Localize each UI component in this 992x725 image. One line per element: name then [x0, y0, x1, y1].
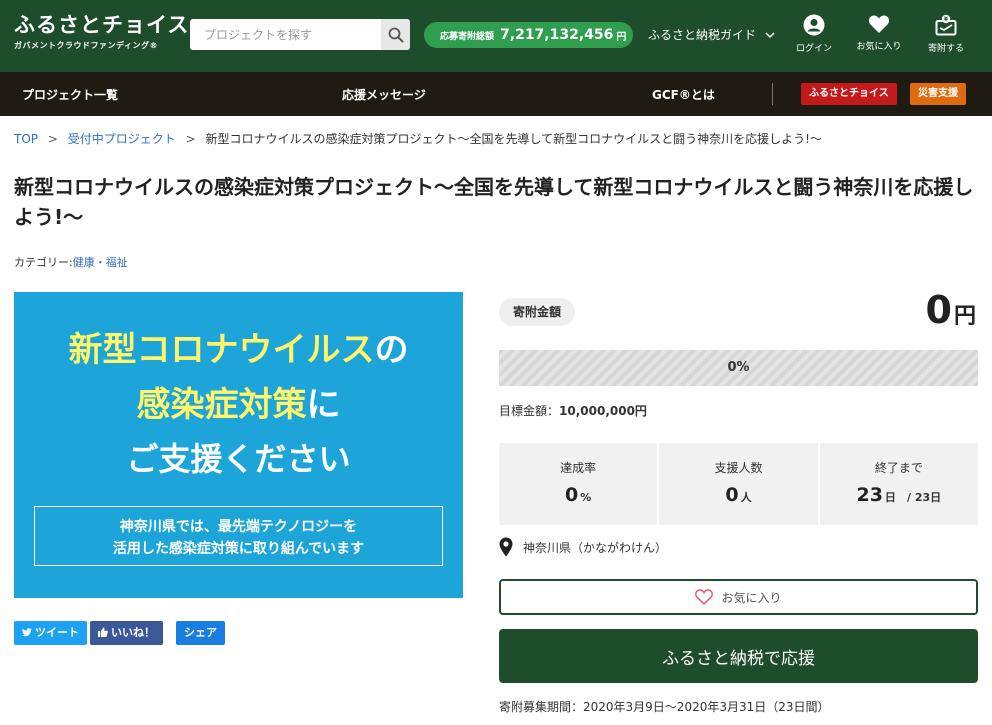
heart-outline-icon: [695, 589, 714, 605]
hero-caption-line-1: 神奈川県では、最先端テクノロジーを: [119, 519, 358, 535]
main-nav: プロジェクト一覧 応援メッセージ GCF®とは ふるさとチョイス 災害支援: [0, 72, 992, 116]
category-label: カテゴリー:: [14, 256, 73, 269]
stat-value: 0%: [499, 484, 657, 506]
stat-total-days: / 23日: [907, 491, 942, 504]
furusato-guide-menu[interactable]: ふるさと納税ガイド: [648, 26, 775, 43]
donation-stats: 達成率 0% 支援人数 0人 終了まで 23 日 / 23日: [499, 443, 978, 525]
site-header: ふるさとチョイス ガバメントクラウドファンディング® 応募寄附総額 7,217,…: [0, 0, 992, 72]
stat-unit: 人: [740, 491, 752, 504]
stat-number: 0: [725, 484, 739, 506]
hero-line-3: ご支援ください: [126, 440, 351, 478]
breadcrumb-separator: >: [185, 132, 196, 146]
stat-number: 0: [565, 484, 579, 506]
donate-label: 寄附する: [927, 44, 964, 54]
hero-line-2-suffix: に: [306, 385, 341, 425]
donation-period: 寄附募集期間：2020年3月9日〜2020年3月31日（23日間）: [499, 700, 830, 714]
project-hero-image: 新型コロナウイルスの 感染症対策に ご支援ください 神奈川県では、最先端テクノロ…: [14, 292, 463, 598]
thumbs-up-icon: [98, 627, 108, 637]
favorites-link[interactable]: お気に入り: [851, 14, 907, 52]
map-pin-icon: [499, 537, 513, 557]
nav-projects[interactable]: プロジェクト一覧: [22, 86, 118, 103]
stat-number: 23: [856, 484, 883, 506]
heart-icon: [868, 15, 890, 33]
like-button[interactable]: いいね！: [90, 621, 163, 645]
logo-subtitle: ガバメントクラウドファンディング®: [14, 41, 158, 50]
tweet-label: ツイート: [35, 626, 79, 639]
stat-label: 支援人数: [714, 461, 763, 475]
breadcrumb-top[interactable]: TOP: [14, 132, 38, 146]
hero-caption-box: 神奈川県では、最先端テクノロジーを 活用した感染症対策に取り組んでいます: [34, 506, 443, 566]
project-location: 神奈川県（かながわけん）: [499, 537, 667, 557]
hero-caption-line-2: 活用した感染症対策に取り組んでいます: [112, 541, 365, 557]
target-amount-label: 目標金額：: [499, 404, 560, 418]
search-button[interactable]: [381, 19, 410, 50]
hero-line-2-highlight: 感染症対策: [136, 385, 307, 425]
favorites-label: お気に入り: [856, 42, 902, 52]
nav-messages[interactable]: 応援メッセージ: [342, 86, 426, 103]
chevron-down-icon: [765, 31, 775, 42]
hero-line-1: 新型コロナウイルスの: [14, 322, 463, 371]
breadcrumb-accepting[interactable]: 受付中プロジェクト: [68, 132, 176, 146]
search-box: [190, 19, 410, 50]
hero-line-1-suffix: の: [374, 330, 409, 370]
nav-gcf[interactable]: GCF®とは: [652, 86, 715, 103]
donation-amount-label: 寄附金額: [499, 298, 576, 326]
guide-label: ふるさと納税ガイド: [648, 28, 757, 42]
page-title: 新型コロナウイルスの感染症対策プロジェクト〜全国を先導して新型コロナウイルスと闘…: [14, 175, 974, 229]
hero-line-2: 感染症対策に: [14, 377, 463, 426]
total-donations-unit: 円: [616, 31, 627, 43]
add-favorite-button[interactable]: お気に入り: [499, 579, 978, 615]
donation-box-icon: ¥: [935, 14, 957, 36]
total-donations-label: 応募寄附総額: [440, 31, 495, 42]
stat-achievement-rate: 達成率 0%: [499, 443, 658, 525]
search-icon: [388, 27, 403, 42]
donation-amount: 0円: [926, 288, 976, 332]
logo-text: ふるさとチョイス: [14, 12, 190, 37]
progress-text: 0%: [727, 360, 750, 375]
target-amount-value: 10,000,000円: [559, 404, 647, 418]
category-link[interactable]: 健康・福祉: [73, 256, 128, 269]
donation-progress-bar: 0%: [499, 350, 978, 386]
stat-value: 0人: [659, 484, 817, 506]
target-amount: 目標金額：10,000,000円: [499, 402, 647, 419]
stat-remaining-days: 終了まで 23 日 / 23日: [819, 443, 978, 525]
twitter-icon: [22, 628, 32, 637]
site-logo[interactable]: ふるさとチョイス ガバメントクラウドファンディング®: [14, 13, 189, 51]
nav-furusato-choice[interactable]: ふるさとチョイス: [801, 83, 897, 105]
like-label: いいね！: [111, 626, 155, 639]
total-donations-value: 7,217,132,456: [500, 27, 614, 43]
nav-divider: [772, 83, 773, 105]
donate-link[interactable]: ¥ 寄附する: [918, 14, 974, 54]
hero-line-1-highlight: 新型コロナウイルス: [68, 330, 375, 370]
search-input[interactable]: [190, 19, 381, 50]
stat-value: 23 日 / 23日: [820, 484, 978, 506]
stat-unit: 日: [884, 491, 896, 504]
share-button[interactable]: シェア: [176, 621, 225, 645]
breadcrumb: TOP > 受付中プロジェクト > 新型コロナウイルスの感染症対策プロジェクト〜…: [14, 130, 822, 147]
login-link[interactable]: ログイン: [786, 14, 842, 54]
add-favorite-label: お気に入り: [721, 590, 782, 605]
total-donations-badge: 応募寄附総額 7,217,132,456 円: [424, 22, 633, 48]
stat-unit: %: [580, 491, 592, 504]
stat-label: 達成率: [560, 461, 597, 475]
stat-supporters: 支援人数 0人: [659, 443, 818, 525]
breadcrumb-separator: >: [47, 132, 58, 146]
donation-amount-value: 0: [925, 288, 952, 332]
stat-label: 終了まで: [874, 461, 923, 475]
donate-button[interactable]: ふるさと納税で応援: [499, 629, 978, 683]
category: カテゴリー:健康・福祉: [14, 254, 128, 270]
breadcrumb-current: 新型コロナウイルスの感染症対策プロジェクト〜全国を先導して新型コロナウイルスと闘…: [205, 132, 822, 146]
location-text: 神奈川県（かながわけん）: [523, 540, 668, 555]
tweet-button[interactable]: ツイート: [14, 621, 87, 645]
login-label: ログイン: [795, 44, 832, 54]
nav-disaster-support[interactable]: 災害支援: [910, 83, 966, 105]
user-icon: [803, 14, 825, 36]
donation-amount-unit: 円: [953, 304, 976, 329]
